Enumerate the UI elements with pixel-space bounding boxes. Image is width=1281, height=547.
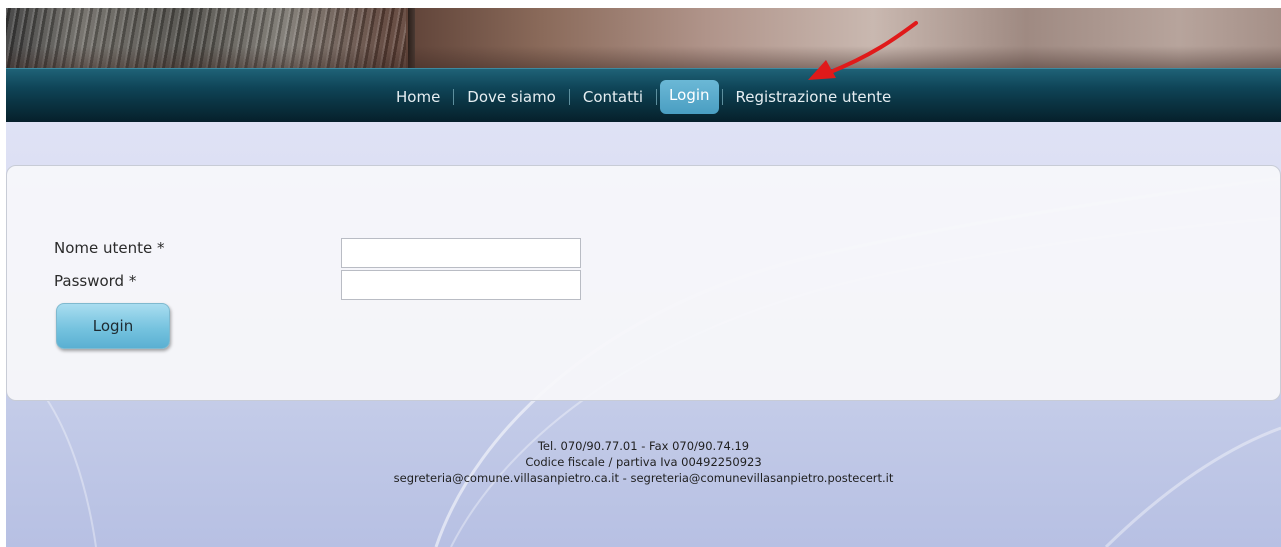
nav-separator bbox=[719, 89, 726, 105]
nav-link-contatti[interactable]: Contatti bbox=[573, 83, 653, 111]
red-arrow-icon bbox=[808, 21, 918, 80]
footer-phone-fax: Tel. 070/90.77.01 - Fax 070/90.74.19 bbox=[537, 439, 750, 453]
banner-shade bbox=[6, 46, 1281, 68]
header-banner-photo bbox=[6, 8, 1281, 68]
password-label: Password * bbox=[54, 272, 137, 290]
main-navigation: Home Dove siamo Contatti Login Registraz… bbox=[6, 68, 1281, 122]
footer: Tel. 070/90.77.01 - Fax 070/90.74.19 Cod… bbox=[6, 438, 1281, 486]
nav-link-home[interactable]: Home bbox=[386, 83, 450, 111]
password-input[interactable] bbox=[341, 270, 581, 300]
login-button[interactable]: Login bbox=[56, 303, 170, 349]
footer-emails: segreteria@comune.villasanpietro.ca.it -… bbox=[393, 471, 894, 485]
nav-item-home: Home bbox=[386, 83, 450, 111]
nav-link-login-active[interactable]: Login bbox=[660, 80, 719, 114]
nav-item-login: Login bbox=[660, 80, 719, 114]
nav-item-dove-siamo: Dove siamo bbox=[457, 83, 566, 111]
nav-link-dove-siamo[interactable]: Dove siamo bbox=[457, 83, 566, 111]
nav-item-contatti: Contatti bbox=[573, 83, 653, 111]
username-input[interactable] bbox=[341, 238, 581, 268]
page: Home Dove siamo Contatti Login Registraz… bbox=[6, 8, 1281, 547]
nav-separator bbox=[450, 89, 457, 105]
footer-tax-code: Codice fiscale / partiva Iva 00492250923 bbox=[525, 455, 762, 469]
nav-separator bbox=[566, 89, 573, 105]
nav-separator bbox=[653, 89, 660, 105]
username-label: Nome utente * bbox=[54, 239, 165, 257]
nav-list: Home Dove siamo Contatti Login Registraz… bbox=[386, 80, 902, 114]
nav-item-registrazione: Registrazione utente bbox=[726, 83, 902, 111]
nav-link-registrazione-utente[interactable]: Registrazione utente bbox=[726, 83, 902, 111]
login-panel bbox=[6, 165, 1281, 401]
